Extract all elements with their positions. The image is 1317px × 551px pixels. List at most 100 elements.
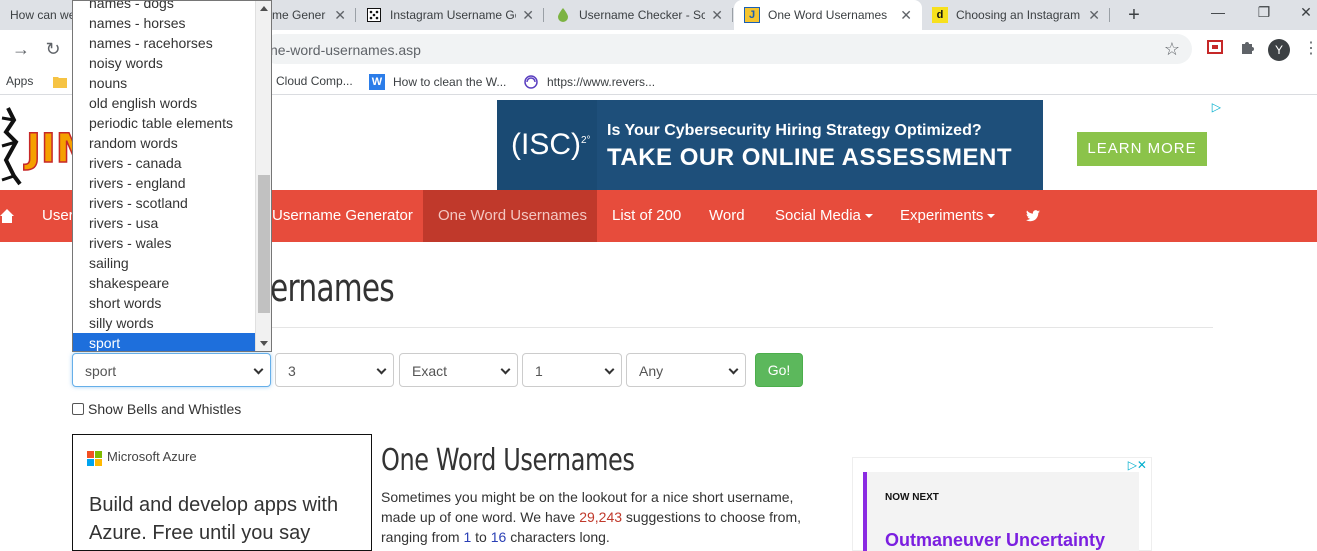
- reload-icon[interactable]: ↻: [42, 38, 64, 60]
- adchoices-icon[interactable]: ▷: [1212, 100, 1221, 114]
- banner-ad[interactable]: (ISC)2° Is Your Cybersecurity Hiring Str…: [497, 100, 1225, 190]
- ad-cta-panel: LEARN MORE ▷: [1043, 100, 1225, 190]
- go-button[interactable]: Go!: [755, 353, 803, 387]
- checkbox-label: Show Bells and Whistles: [88, 401, 242, 417]
- nav-item-username-generator[interactable]: Username Generator: [257, 190, 428, 242]
- dropdown-option[interactable]: nouns: [73, 73, 257, 93]
- bells-checkbox[interactable]: [72, 403, 84, 415]
- url-text: ne-word-usernames.asp: [270, 42, 421, 58]
- length-value: 3: [288, 363, 296, 379]
- ad-tagline: TAKE OUR ONLINE ASSESSMENT: [607, 144, 1013, 171]
- dropdown-option[interactable]: silly words: [73, 313, 257, 333]
- ad-headline: Outmaneuver Uncertainty: [885, 530, 1106, 550]
- scroll-down-icon[interactable]: [260, 341, 268, 346]
- bookmark-cloud[interactable]: Cloud Comp...: [276, 74, 353, 88]
- dropdown-option[interactable]: periodic table elements: [73, 113, 257, 133]
- ad-brand-panel: (ISC)2°: [497, 100, 597, 190]
- length-select[interactable]: 3: [275, 353, 394, 387]
- nav-item-list-of-200[interactable]: List of 200: [597, 190, 696, 242]
- dropdown-option[interactable]: names - horses: [73, 13, 257, 33]
- star-icon[interactable]: ☆: [1164, 39, 1180, 60]
- dropdown-option[interactable]: sailing: [73, 253, 257, 273]
- bells-checkbox-row[interactable]: Show Bells and Whistles: [72, 401, 241, 417]
- dropdown-option[interactable]: names - racehorses: [73, 33, 257, 53]
- dropdown-option[interactable]: rivers - wales: [73, 233, 257, 253]
- forward-icon[interactable]: →: [10, 38, 32, 60]
- close-icon[interactable]: ✕: [334, 7, 346, 24]
- dropdown-option[interactable]: rivers - england: [73, 173, 257, 193]
- browser-tab[interactable]: me Gener ✕: [262, 0, 356, 30]
- match-value: Exact: [412, 363, 448, 379]
- home-icon[interactable]: [0, 190, 14, 242]
- restore-button[interactable]: ❐: [1249, 4, 1279, 21]
- address-bar[interactable]: ne-word-usernames.asp ☆: [262, 34, 1192, 64]
- browser-tab[interactable]: Username Checker - Sc ✕: [545, 0, 733, 30]
- nav-item-social-media[interactable]: Social Media: [760, 190, 888, 242]
- nav-item-experiments[interactable]: Experiments: [885, 190, 1010, 242]
- max-length: 16: [490, 529, 507, 545]
- ad-brand: NOW NEXT: [885, 492, 939, 503]
- bookmark-revers[interactable]: https://www.revers...: [523, 74, 655, 90]
- dropdown-option[interactable]: short words: [73, 293, 257, 313]
- bookmark-how-to-clean[interactable]: W How to clean the W...: [369, 74, 506, 90]
- close-icon[interactable]: ✕: [900, 7, 912, 24]
- d-icon: d: [932, 7, 948, 23]
- learn-more-button[interactable]: LEARN MORE: [1077, 132, 1207, 166]
- chevron-down-icon: [253, 364, 264, 375]
- ad-body: Build and develop apps with Azure. Free …: [89, 494, 339, 544]
- dropdown-option[interactable]: rivers - canada: [73, 153, 257, 173]
- match-select[interactable]: Exact: [399, 353, 518, 387]
- bookmark-label: How to clean the W...: [393, 75, 507, 89]
- dropdown-option-selected[interactable]: sport: [73, 333, 257, 351]
- nav-item-word[interactable]: Word: [694, 190, 760, 242]
- category-select[interactable]: sport: [72, 353, 271, 387]
- puzzle-icon[interactable]: [1237, 39, 1257, 59]
- count-value: 1: [535, 363, 543, 379]
- dropdown-option[interactable]: random words: [73, 133, 257, 153]
- chevron-down-icon: [604, 364, 615, 375]
- browser-tab[interactable]: Instagram Username Ge ✕: [356, 0, 544, 30]
- ad-card: NOW NEXT Outmaneuver Uncertainty: [863, 472, 1139, 551]
- caret-down-icon: [987, 214, 996, 219]
- suggestion-count: 29,243: [579, 509, 623, 525]
- category-dropdown-list[interactable]: names - dogs names - horses names - race…: [72, 0, 272, 352]
- adchoices-close-icon[interactable]: ▷✕: [1128, 458, 1147, 472]
- browser-tab-active[interactable]: J One Word Usernames ✕: [734, 0, 922, 30]
- close-icon[interactable]: ✕: [711, 7, 723, 24]
- dropdown-option[interactable]: rivers - usa: [73, 213, 257, 233]
- dropdown-option[interactable]: old english words: [73, 93, 257, 113]
- dropdown-option[interactable]: names - dogs: [73, 1, 257, 13]
- bookmark-apps[interactable]: Apps: [6, 74, 33, 88]
- microsoft-logo-icon: [87, 451, 102, 466]
- minimize-button[interactable]: —: [1203, 4, 1233, 20]
- start-select[interactable]: Any: [626, 353, 746, 387]
- scroll-up-icon[interactable]: [260, 6, 268, 11]
- new-tab-button[interactable]: +: [1122, 3, 1146, 27]
- article-title: One Word Usernames: [381, 443, 635, 478]
- browser-tab[interactable]: d Choosing an Instagram ✕: [922, 0, 1110, 30]
- azure-ad[interactable]: Microsoft Azure Build and develop apps w…: [72, 434, 372, 551]
- scrollbar-thumb[interactable]: [258, 175, 270, 313]
- close-icon[interactable]: ✕: [1088, 7, 1100, 24]
- chevron-down-icon: [728, 364, 739, 375]
- close-icon[interactable]: ✕: [522, 7, 534, 24]
- dice-icon: [366, 7, 382, 23]
- ad-brand: Microsoft Azure: [107, 449, 197, 464]
- ad-brand: (ISC)2°: [511, 128, 591, 161]
- tab-title: Instagram Username Ge: [390, 8, 517, 22]
- nav-item-one-word-usernames[interactable]: One Word Usernames: [423, 190, 597, 242]
- window-close-button[interactable]: ✕: [1291, 4, 1317, 21]
- dropdown-scrollbar[interactable]: [255, 1, 271, 351]
- count-select[interactable]: 1: [522, 353, 622, 387]
- dropdown-option[interactable]: shakespeare: [73, 273, 257, 293]
- dropdown-option[interactable]: noisy words: [73, 53, 257, 73]
- dropdown-option[interactable]: rivers - scotland: [73, 193, 257, 213]
- menu-icon[interactable]: ⋮: [1303, 38, 1317, 58]
- profile-avatar[interactable]: Y: [1268, 39, 1290, 61]
- bookmark-label: Apps: [6, 74, 34, 88]
- page-title: ernames: [270, 266, 395, 310]
- sidebar-ad[interactable]: NOW NEXT Outmaneuver Uncertainty ▷✕: [852, 457, 1152, 551]
- extension-icon[interactable]: [1205, 39, 1225, 59]
- twitter-icon[interactable]: [1011, 190, 1055, 242]
- caret-down-icon: [864, 214, 873, 219]
